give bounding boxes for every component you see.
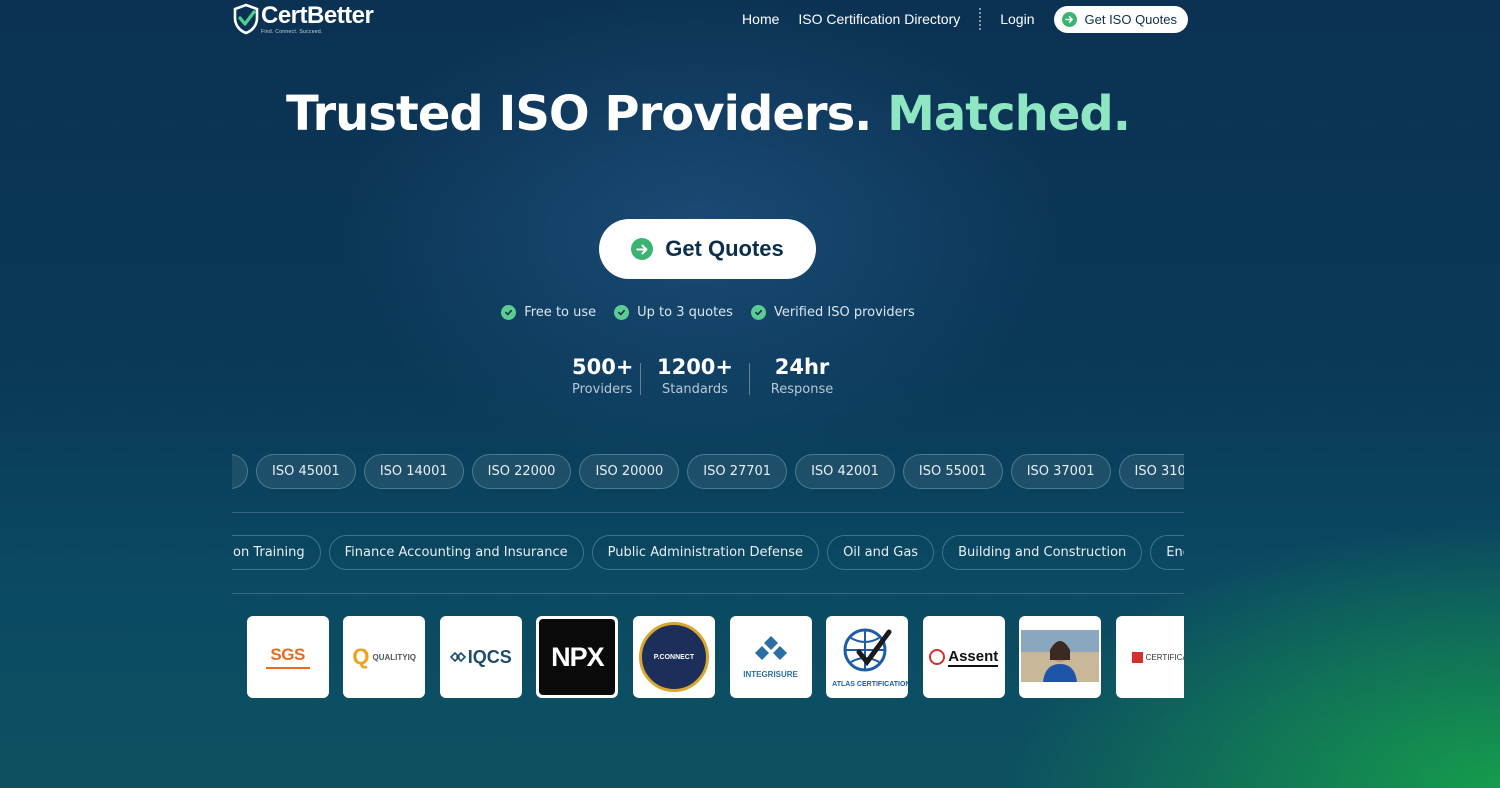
hero-title: Trusted ISO Providers. Matched. (0, 86, 1416, 142)
feature-item: Verified ISO providers (750, 305, 915, 320)
hero-title-main: Trusted ISO Providers. (286, 86, 872, 142)
nav-link-login[interactable]: Login (1000, 11, 1034, 27)
person-photo[interactable] (1019, 616, 1102, 698)
check-circle-icon (750, 305, 766, 320)
industry-pill[interactable]: Public Administration Defense (591, 535, 820, 570)
feature-label: Up to 3 quotes (637, 305, 733, 320)
industry-pill[interactable]: Finance Accounting and Insurance (328, 535, 584, 570)
qualityiq-logo[interactable]: Q QUALITYIQ (343, 616, 426, 698)
standard-pill[interactable]: ISO 20000 (579, 454, 680, 489)
globe-check-icon (843, 628, 892, 672)
iqcs-diamond-icon (449, 651, 466, 663)
standard-pill[interactable]: ISO 55001 (902, 454, 1003, 489)
get-quotes-button[interactable]: Get Quotes (599, 219, 816, 279)
arrow-right-icon (631, 238, 654, 260)
npx-logo[interactable]: NPX (536, 616, 619, 698)
integrisure-logo[interactable]: INTEGRISURE (729, 616, 812, 698)
atlas-logo[interactable]: ATLAS CERTIFICATION (826, 616, 909, 698)
pconnect-logo[interactable]: P.CONNECT (632, 616, 715, 698)
divider-line (232, 593, 1184, 594)
atlas-logo-text: ATLAS CERTIFICATION (832, 680, 909, 688)
industry-pill[interactable]: on Training (232, 535, 321, 570)
person-photo-image (1021, 630, 1100, 682)
standard-pill[interactable]: ISO 45001 (256, 454, 356, 489)
feature-label: Verified ISO providers (773, 305, 915, 320)
feature-item: Free to use (501, 305, 596, 320)
stat-label: Standards (662, 382, 728, 397)
certification-logo-text: CERTIFICATI (1145, 652, 1184, 662)
stat-value: 500+ (572, 355, 634, 379)
sgs-logo-text: SGS (270, 645, 305, 664)
stat-label: Providers (572, 382, 633, 397)
nav-divider (979, 8, 982, 30)
stat-standards: 1200+ Standards (641, 355, 749, 397)
certbetter-logo[interactable]: CertBetter Find. Connect. Succeed. (232, 1, 374, 37)
certification-logo[interactable]: CERTIFICATI (1115, 616, 1184, 698)
integrisure-logo-text: INTEGRISURE (743, 670, 798, 679)
npx-logo-text: NPX (551, 641, 605, 672)
standard-pill[interactable]: ISO 14001 (363, 454, 464, 489)
iqcs-logo-text: IQCS (467, 646, 512, 667)
assent-logo-text: Assent (948, 647, 999, 667)
standard-pill[interactable]: ISO 27701 (687, 454, 788, 489)
check-circle-icon (614, 305, 630, 320)
stats-row: 500+ Providers 1200+ Standards 24hr Resp… (560, 355, 854, 397)
provider-logo-carousel: SGS Q QUALITYIQ IQCS NPX P.CONNECT INTEG… (232, 616, 1184, 698)
nav-links: Home ISO Certification Directory Login G… (723, 5, 1188, 33)
stat-value: 1200+ (656, 355, 734, 379)
standard-pill[interactable]: ISO 37001 (1010, 454, 1111, 489)
assent-logo[interactable]: Assent (922, 616, 1005, 698)
logo-text: CertBetter (261, 1, 374, 29)
top-nav: CertBetter Find. Connect. Succeed. Home … (232, 0, 1188, 38)
stat-value: 24hr (774, 355, 830, 379)
feature-label: Free to use (524, 305, 597, 320)
arrow-right-icon (1061, 11, 1077, 27)
industries-carousel: on Training Finance Accounting and Insur… (232, 535, 1184, 571)
standard-pill[interactable]: ISO 31000 (1118, 454, 1184, 489)
industry-pill[interactable]: Oil and Gas (827, 535, 935, 570)
shield-check-icon (233, 3, 259, 35)
standard-pill[interactable] (232, 454, 248, 489)
divider-line (232, 512, 1184, 513)
get-iso-quotes-label: Get ISO Quotes (1084, 11, 1178, 27)
get-iso-quotes-button[interactable]: Get ISO Quotes (1053, 5, 1188, 33)
hero-title-accent: Matched. (887, 86, 1131, 142)
get-quotes-label: Get Quotes (665, 236, 784, 261)
logo-tagline: Find. Connect. Succeed. (261, 28, 323, 35)
stat-response: 24hr Response (750, 355, 854, 397)
standards-carousel: ISO 45001 ISO 14001 ISO 22000 ISO 20000 … (232, 454, 1184, 490)
nav-link-directory[interactable]: ISO Certification Directory (798, 11, 960, 27)
stat-label: Response (770, 382, 834, 397)
iqcs-logo[interactable]: IQCS (439, 616, 522, 698)
stat-providers: 500+ Providers (560, 355, 640, 397)
industry-pill[interactable]: Engineering (1150, 535, 1184, 570)
nav-link-home[interactable]: Home (742, 11, 779, 27)
industry-pill[interactable]: Building and Construction (942, 535, 1143, 570)
sgs-logo[interactable]: SGS (246, 616, 329, 698)
pconnect-logo-text: P.CONNECT (653, 653, 695, 661)
qualityiq-logo-text: QUALITYIQ (372, 652, 417, 662)
feature-item: Up to 3 quotes (614, 305, 733, 320)
standard-pill[interactable]: ISO 22000 (471, 454, 572, 489)
check-circle-icon (501, 305, 517, 320)
integrisure-diamonds-icon (754, 636, 787, 660)
standard-pill[interactable]: ISO 42001 (795, 454, 895, 489)
feature-list: Free to use Up to 3 quotes Verified ISO … (0, 305, 1416, 320)
